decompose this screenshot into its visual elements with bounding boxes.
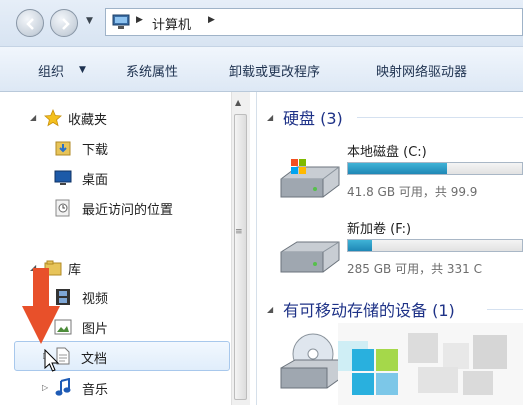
uninstall-program-button[interactable]: 卸载或更改程序 <box>229 61 320 80</box>
nav-item-label: 视频 <box>82 292 109 307</box>
nav-item-label: 桌面 <box>82 173 109 188</box>
downloads-folder-icon <box>55 141 71 156</box>
music-icon <box>55 378 71 396</box>
back-arrow-icon <box>26 18 34 30</box>
history-dropdown-icon[interactable]: ▼ <box>86 16 96 30</box>
nav-item-label: 音乐 <box>82 383 109 398</box>
drive-item-c[interactable]: 本地磁盘 (C:) 41.8 GB 可用，共 99.9 <box>277 137 523 203</box>
recent-places-icon <box>55 199 70 217</box>
forward-arrow-icon <box>62 18 70 30</box>
organize-button[interactable]: 组织 <box>38 61 64 80</box>
collapse-group-icon[interactable]: ◢ <box>267 113 273 122</box>
scrollbar-thumb[interactable] <box>234 114 247 400</box>
drive-name: 本地磁盘 (C:) <box>347 145 427 160</box>
nav-item-label: 下载 <box>82 143 109 158</box>
computer-icon <box>112 14 130 29</box>
nav-favorites[interactable]: ◢ 收藏夹 <box>0 106 230 130</box>
nav-item-label: 图片 <box>82 322 109 337</box>
nav-libraries-label: 库 <box>68 263 82 278</box>
nav-item-downloads[interactable]: 下载 <box>0 136 230 160</box>
breadcrumb-separator-icon[interactable]: ▶ <box>208 15 215 25</box>
drive-name: 新加卷 (F:) <box>347 222 412 237</box>
address-box[interactable]: ▶ 计算机 ▶ <box>105 8 523 36</box>
nav-item-label: 最近访问的位置 <box>82 203 174 218</box>
map-network-drive-button[interactable]: 映射网络驱动器 <box>376 61 467 80</box>
drive-usage-fill <box>348 163 448 174</box>
back-button[interactable] <box>16 9 44 37</box>
forward-button[interactable] <box>50 9 78 37</box>
nav-item-recent-places[interactable]: 最近访问的位置 <box>0 196 230 220</box>
chevron-down-icon[interactable]: ▼ <box>79 65 86 75</box>
drive-usage-bar <box>347 239 523 252</box>
drive-usage-fill <box>348 240 373 251</box>
group-header-hard-disks[interactable]: 硬盘 (3) <box>283 105 343 129</box>
scroll-up-icon[interactable]: ▲ <box>235 98 241 107</box>
grip-icon: ≡ <box>235 227 243 237</box>
dvd-drive-icon[interactable] <box>277 332 347 392</box>
star-icon <box>44 109 62 127</box>
nav-item-desktop[interactable]: 桌面 <box>0 166 230 190</box>
system-properties-button[interactable]: 系统属性 <box>126 61 178 80</box>
nav-item-music[interactable]: ▷ 音乐 <box>0 376 230 400</box>
nav-favorites-label: 收藏夹 <box>68 113 108 128</box>
collapse-group-icon[interactable]: ◢ <box>267 305 273 314</box>
drive-item-f[interactable]: 新加卷 (F:) 285 GB 可用，共 331 C <box>277 214 523 280</box>
drive-space-info: 41.8 GB 可用，共 99.9 <box>347 185 478 199</box>
watermark-logo-icon <box>338 323 523 405</box>
address-bar-area: ▼ ▶ 计算机 ▶ <box>0 0 523 47</box>
desktop-icon <box>54 170 72 185</box>
mouse-cursor-icon <box>44 349 60 372</box>
expand-arrow-icon[interactable]: ◢ <box>30 113 36 122</box>
breadcrumb-computer[interactable]: 计算机 <box>152 14 191 33</box>
group-divider <box>357 117 523 118</box>
nav-item-label: 文档 <box>81 352 108 367</box>
annotation-arrow-icon <box>22 268 60 344</box>
system-drive-icon <box>280 159 340 198</box>
command-bar: 组织 ▼ 系统属性 卸载或更改程序 映射网络驱动器 <box>0 47 523 92</box>
drive-usage-bar <box>347 162 523 175</box>
expand-arrow-icon[interactable]: ▷ <box>42 383 48 392</box>
navigation-scrollbar[interactable]: ▲ ≡ <box>231 92 250 405</box>
group-header-removable[interactable]: 有可移动存储的设备 (1) <box>283 297 455 321</box>
hard-drive-icon <box>280 241 340 273</box>
breadcrumb-separator-icon[interactable]: ▶ <box>136 15 143 25</box>
drive-space-info: 285 GB 可用，共 331 C <box>347 262 482 276</box>
group-divider <box>487 309 523 310</box>
